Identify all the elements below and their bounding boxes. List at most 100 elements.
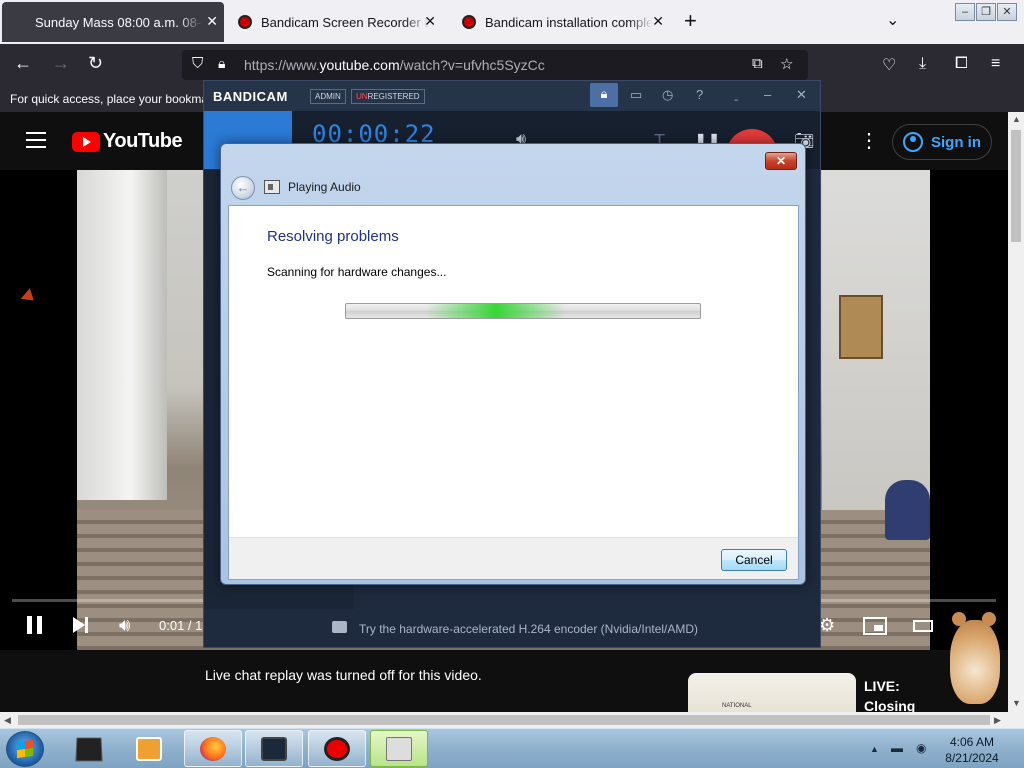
extensions-icon[interactable]: ⧠ xyxy=(955,55,968,73)
pocket-icon[interactable]: ♡ xyxy=(882,55,896,75)
tab-close-icon[interactable]: ✕ xyxy=(424,13,436,30)
troubleshooter-app-icon xyxy=(264,180,280,194)
player-settings-icon[interactable]: ⚙ xyxy=(819,615,835,636)
taskbar: ▲ ▬ ◉ 4:06 AM 8/21/2024 xyxy=(0,728,1024,768)
firefox-icon xyxy=(200,736,226,761)
app-menu-icon[interactable]: ≡ xyxy=(991,55,1000,73)
monitor-tray-icon[interactable]: ▬ xyxy=(891,741,903,755)
back-arrow-icon[interactable]: ← xyxy=(14,53,32,74)
encoder-tip[interactable]: Try the hardware-accelerated H.264 encod… xyxy=(359,622,698,636)
vertical-scroll-thumb[interactable] xyxy=(1011,130,1021,242)
recommended-thumbnail[interactable]: NATIONAL xyxy=(688,673,856,713)
start-button[interactable] xyxy=(6,731,44,767)
dialog-body: Resolving problems Scanning for hardware… xyxy=(228,205,799,580)
media-player-icon xyxy=(136,736,162,761)
taskbar-troubleshooter[interactable] xyxy=(370,730,428,767)
cancel-button[interactable]: Cancel xyxy=(721,549,787,571)
dialog-close-button[interactable]: ✕ xyxy=(765,152,797,170)
forward-arrow-icon[interactable]: → xyxy=(52,53,70,74)
scroll-down-icon[interactable]: ▼ xyxy=(1012,698,1021,708)
tab-title: Bandicam Screen Recorder Download xyxy=(261,14,429,30)
terminal-icon xyxy=(75,737,103,761)
youtube-logo[interactable]: YouTube xyxy=(72,130,183,153)
dialog-heading: Resolving problems xyxy=(267,228,399,245)
padlock-icon[interactable]: 🔒︎ xyxy=(218,55,225,72)
taskbar-media-player[interactable] xyxy=(120,730,178,767)
clock-time: 4:06 AM xyxy=(949,735,995,749)
youtube-wordmark: YouTube xyxy=(103,130,183,152)
list-all-tabs-icon[interactable]: ⌄ xyxy=(886,10,899,30)
tab-close-icon[interactable]: ✕ xyxy=(652,13,664,30)
progress-glow xyxy=(426,304,566,318)
tablet-icon xyxy=(261,736,287,761)
next-video-icon[interactable] xyxy=(73,617,88,633)
help-icon[interactable]: ? xyxy=(696,87,703,102)
volume-icon[interactable]: 🔊︎ xyxy=(119,615,130,636)
reload-icon[interactable]: ↻ xyxy=(88,53,103,74)
settings-kebab-icon[interactable]: ⋮ xyxy=(859,128,879,153)
close-window-button[interactable]: ✕ xyxy=(997,3,1017,21)
browser-tab-bar: Sunday Mass 08:00 a.m. 08-18-2024 ✕ Band… xyxy=(0,0,1024,140)
theater-mode-icon[interactable] xyxy=(913,620,933,632)
account-icon xyxy=(903,132,923,152)
clock-icon[interactable]: ◷ xyxy=(662,87,673,103)
tab-sunday-mass[interactable]: Sunday Mass 08:00 a.m. 08-18-2024 ✕ xyxy=(2,2,224,140)
horizontal-scroll-thumb[interactable] xyxy=(18,715,990,725)
window-controls: – ❐ ✕ xyxy=(955,3,1017,21)
vertical-scrollbar[interactable]: ▲ ▼ xyxy=(1008,112,1024,712)
picture-in-picture-icon[interactable]: ⧉ xyxy=(752,55,763,72)
minimize-window-button[interactable]: – xyxy=(955,3,975,21)
system-clock[interactable]: 4:06 AM 8/21/2024 xyxy=(940,734,1004,766)
folder-icon[interactable]: ▭ xyxy=(630,87,642,103)
bandicam-favicon-icon xyxy=(462,15,476,29)
dialog-status-text: Scanning for hardware changes... xyxy=(267,265,447,279)
lock-icon[interactable]: 🔒︎ xyxy=(590,83,618,107)
tab-bandicam-download[interactable]: Bandicam Screen Recorder Download ✕ xyxy=(228,2,442,42)
taskbar-bandicam[interactable] xyxy=(308,730,366,767)
video-person xyxy=(885,480,930,540)
close-icon[interactable]: ✕ xyxy=(796,87,807,103)
clock-date: 8/21/2024 xyxy=(945,751,999,765)
marquee-progress-bar xyxy=(345,303,701,319)
sign-in-label: Sign in xyxy=(931,133,981,151)
bandicam-favicon-icon xyxy=(238,15,252,29)
downloads-icon[interactable]: ⤓ xyxy=(919,55,926,73)
miniplayer-icon[interactable] xyxy=(863,617,887,635)
scroll-up-icon[interactable]: ▲ xyxy=(1012,114,1021,124)
show-hidden-icons-icon[interactable]: ▲ xyxy=(870,744,879,754)
taskbar-tablet[interactable] xyxy=(245,730,303,767)
scroll-left-icon[interactable]: ◀ xyxy=(4,715,11,726)
thumbnail-caption: NATIONAL xyxy=(722,703,752,709)
sign-in-button[interactable]: Sign in xyxy=(892,124,992,160)
bandicam-record-icon xyxy=(324,736,350,761)
bandicam-footer: Try the hardware-accelerated H.264 encod… xyxy=(204,609,820,647)
taskbar-firefox[interactable] xyxy=(184,730,242,767)
pause-icon[interactable] xyxy=(26,616,44,634)
address-bar[interactable]: ⛉ 🔒︎ https://www.youtube.com/watch?v=ufv… xyxy=(182,50,808,80)
minimize-icon[interactable]: – xyxy=(764,87,771,102)
dialog-title: Playing Audio xyxy=(288,180,361,194)
url-text[interactable]: https://www.youtube.com/watch?v=ufvhc5Sy… xyxy=(244,57,545,73)
new-tab-button[interactable]: + xyxy=(684,8,697,34)
troubleshooter-dialog: ✕ ← Playing Audio Resolving problems Sca… xyxy=(220,143,806,585)
restore-window-button[interactable]: ❐ xyxy=(976,3,996,21)
youtube-play-icon xyxy=(72,131,100,152)
collapse-icon[interactable]: ˍ xyxy=(734,87,738,102)
horizontal-scrollbar[interactable]: ◀ ▶ xyxy=(0,712,1008,728)
taskbar-terminal[interactable] xyxy=(60,730,118,767)
bandicam-titlebar: BANDICAM ADMIN UNREGISTERED 🔒︎ ▭ ◷ ? ˍ –… xyxy=(204,81,820,111)
bookmark-star-icon[interactable]: ☆ xyxy=(780,55,793,73)
tab-bandicam-installed[interactable]: Bandicam installation complete ✕ xyxy=(452,2,670,42)
tab-close-icon[interactable]: ✕ xyxy=(206,13,218,30)
guide-menu-icon[interactable] xyxy=(26,132,46,153)
network-tray-icon[interactable]: ◉ xyxy=(916,741,926,755)
tracking-shield-icon[interactable]: ⛉ xyxy=(192,55,203,72)
scroll-right-icon[interactable]: ▶ xyxy=(994,715,1001,726)
back-arrow-icon[interactable]: ← xyxy=(231,176,255,200)
admin-badge: ADMIN xyxy=(310,89,346,104)
bandicam-logo: BANDICAM xyxy=(213,89,288,104)
scrollbar-corner xyxy=(1008,712,1024,728)
tab-title: Sunday Mass 08:00 a.m. 08-18-2024 xyxy=(35,14,203,30)
hamster-desktop-pet xyxy=(944,606,1004,706)
video-plaque xyxy=(839,295,883,359)
